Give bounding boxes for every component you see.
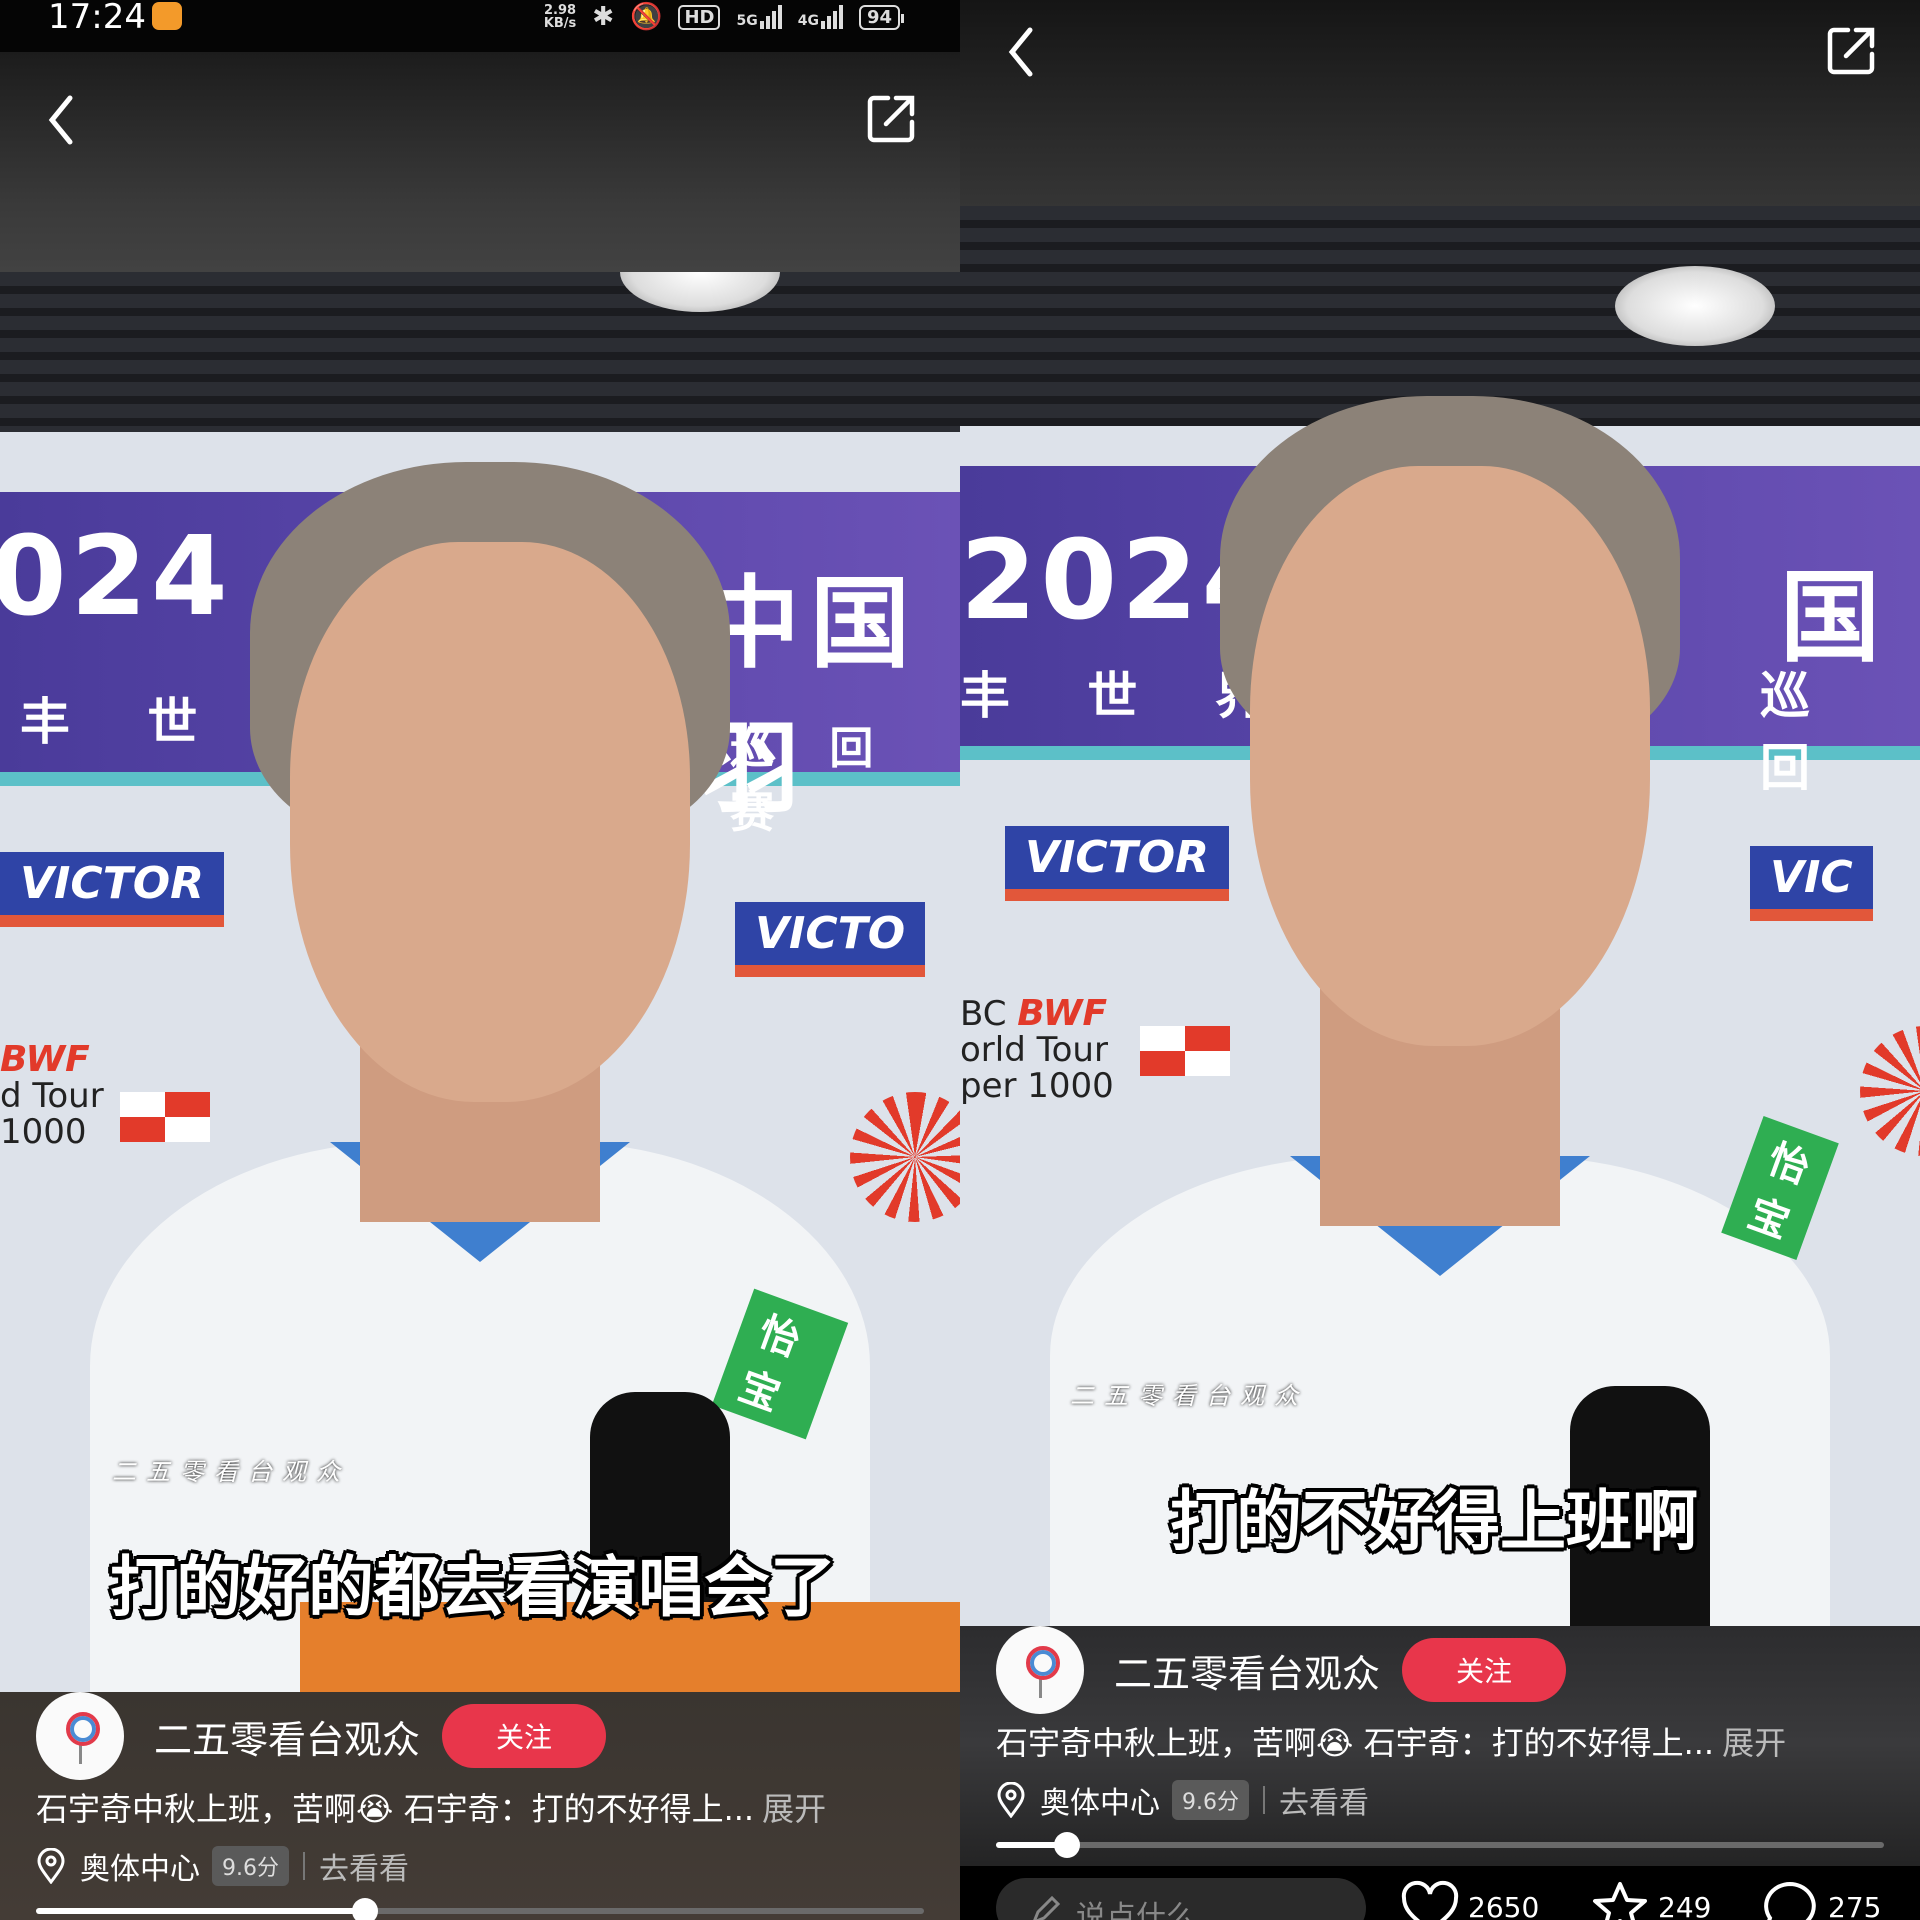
video-frame[interactable]: 2024 国 丰 世 界 巡 回 VICTOR VIC BC BWF orld T… bbox=[960, 206, 1920, 1686]
video-progress-bar[interactable] bbox=[36, 1898, 924, 1920]
video-watermark: 二五零看台观众 bbox=[112, 1458, 350, 1486]
signal-4g-icon: 4G bbox=[798, 5, 843, 29]
expand-link[interactable]: 展开 bbox=[1722, 1724, 1786, 1762]
expand-link[interactable]: 展开 bbox=[762, 1790, 826, 1828]
progress-fill bbox=[36, 1908, 365, 1914]
like-button[interactable]: 2650 bbox=[1400, 1880, 1539, 1920]
pencil-icon bbox=[1033, 1896, 1060, 1920]
bottom-action-bar: 说点什么 2650 249 275 bbox=[960, 1866, 1920, 1920]
author-row: 二五零看台观众 关注 bbox=[36, 1692, 607, 1780]
share-icon[interactable] bbox=[1824, 22, 1880, 78]
video-subtitle: 打的不好得上班啊 bbox=[1170, 1483, 1698, 1560]
progress-knob[interactable] bbox=[351, 1898, 378, 1920]
status-icons: 2.98 KB/s ✱ 🔕 HD 5G 4G 94 bbox=[543, 2, 905, 32]
location-row[interactable]: 奥体中心 9.6分 去看看 bbox=[36, 1844, 409, 1888]
player: 怡宝 bbox=[90, 402, 870, 1712]
video-info-panel: 二五零看台观众 关注 石宇奇中秋上班，苦啊😭 石宇奇：打的不好得上... 展开 奥… bbox=[960, 1626, 1920, 1920]
hd-icon: HD bbox=[678, 4, 721, 30]
video-subtitle: 打的好的都去看演唱会了 bbox=[110, 1549, 836, 1626]
comment-input[interactable]: 说点什么 bbox=[996, 1878, 1366, 1920]
author-row: 二五零看台观众 关注 bbox=[996, 1626, 1567, 1714]
video-description: 石宇奇中秋上班，苦啊😭 石宇奇：打的不好得上... 展开 bbox=[36, 1790, 827, 1828]
battery-icon: 94 bbox=[858, 4, 905, 30]
status-bar: 17:24 2.98 KB/s ✱ 🔕 HD 5G 4G 94 bbox=[0, 0, 960, 52]
follow-button[interactable]: 关注 bbox=[442, 1704, 607, 1768]
bluetooth-icon: ✱ bbox=[592, 2, 615, 32]
star-icon bbox=[1593, 1882, 1647, 1920]
author-name[interactable]: 二五零看台观众 bbox=[1114, 1643, 1380, 1698]
location-pin-icon bbox=[997, 1782, 1025, 1818]
heart-icon bbox=[1401, 1880, 1459, 1920]
comment-count: 275 bbox=[1828, 1890, 1882, 1920]
location-rating: 9.6分 bbox=[1172, 1780, 1249, 1820]
follow-button[interactable]: 关注 bbox=[1402, 1638, 1567, 1702]
author-avatar[interactable] bbox=[996, 1626, 1084, 1714]
tournament-logo bbox=[1860, 1026, 1920, 1156]
tournament-logo bbox=[850, 1092, 960, 1222]
bwf-logo: BWF d Tour 1000 bbox=[0, 1039, 104, 1152]
progress-knob[interactable] bbox=[1054, 1832, 1081, 1858]
share-icon[interactable] bbox=[864, 90, 920, 146]
left-video-screen: 17:24 2.98 KB/s ✱ 🔕 HD 5G 4G 94 024 中国羽 丰… bbox=[0, 0, 960, 1920]
comment-bubble-icon bbox=[1764, 1881, 1816, 1920]
mute-bell-icon: 🔕 bbox=[630, 2, 663, 32]
signal-5g-icon: 5G bbox=[736, 5, 782, 29]
video-info-panel: 二五零看台观众 关注 石宇奇中秋上班，苦啊😭 石宇奇：打的不好得上... 展开 奥… bbox=[0, 1692, 960, 1920]
ceiling-lamp bbox=[1615, 266, 1775, 346]
comment-button[interactable]: 275 bbox=[1760, 1880, 1881, 1920]
video-top-bar bbox=[0, 52, 960, 272]
like-count: 2650 bbox=[1468, 1890, 1540, 1920]
author-avatar[interactable] bbox=[36, 1692, 124, 1780]
location-name: 奥体中心 bbox=[80, 1852, 200, 1887]
go-see-link[interactable]: 去看看 bbox=[1279, 1778, 1369, 1822]
network-speed: 2.98 KB/s bbox=[543, 3, 577, 31]
author-name[interactable]: 二五零看台观众 bbox=[154, 1709, 420, 1764]
location-name: 奥体中心 bbox=[1040, 1786, 1160, 1821]
location-rating: 9.6分 bbox=[212, 1846, 289, 1886]
favorite-button[interactable]: 249 bbox=[1590, 1880, 1711, 1920]
player: 怡宝 bbox=[1050, 396, 1839, 1656]
video-progress-bar[interactable] bbox=[996, 1832, 1884, 1858]
location-pin-icon bbox=[37, 1848, 65, 1884]
go-see-link[interactable]: 去看看 bbox=[319, 1844, 409, 1888]
favorite-count: 249 bbox=[1658, 1890, 1712, 1920]
right-video-screen: 2024 国 丰 世 界 巡 回 VICTOR VIC BC BWF orld T… bbox=[960, 0, 1920, 1920]
ceiling bbox=[960, 206, 1920, 426]
location-row[interactable]: 奥体中心 9.6分 去看看 bbox=[996, 1778, 1369, 1822]
app-notification-icon bbox=[152, 2, 182, 30]
video-description: 石宇奇中秋上班，苦啊😭 石宇奇：打的不好得上... 展开 bbox=[996, 1724, 1787, 1762]
back-arrow-icon[interactable] bbox=[1000, 22, 1044, 82]
clock: 17:24 bbox=[48, 0, 146, 37]
video-watermark: 二五零看台观众 bbox=[1070, 1382, 1308, 1410]
video-top-bar bbox=[960, 0, 1920, 206]
video-frame[interactable]: 024 中国羽 丰 世 界 巡 回 赛 VICTOR VICTO BWF d To… bbox=[0, 232, 960, 1712]
back-arrow-icon[interactable] bbox=[40, 90, 84, 150]
